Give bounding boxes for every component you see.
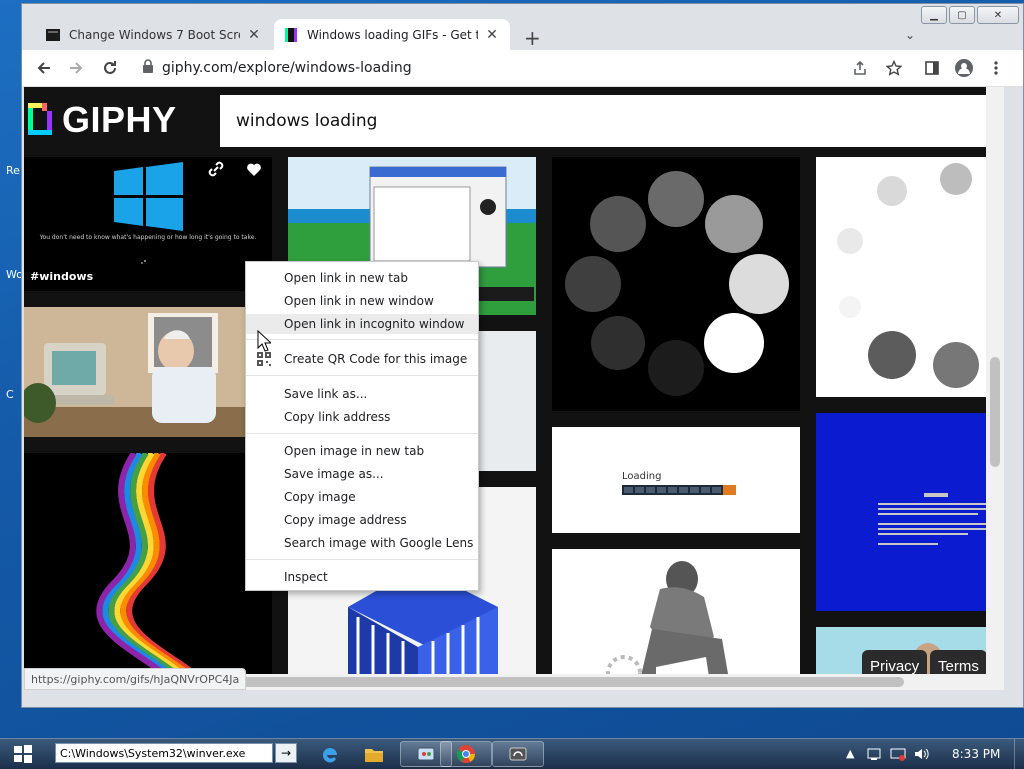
- clock[interactable]: 8:33 PM: [952, 747, 1000, 761]
- menu-item-copy-image-address[interactable]: Copy image address: [284, 510, 407, 530]
- side-panel-icon[interactable]: [920, 56, 944, 80]
- status-bar-url: https://giphy.com/gifs/hJaQNVrOPC4Ja: [24, 668, 247, 690]
- tab-title: Change Windows 7 Boot Screen: [69, 27, 240, 42]
- menu-item-open-link-new-window[interactable]: Open link in new window: [284, 291, 434, 311]
- desktop-icon-label[interactable]: Re: [6, 164, 20, 177]
- gif-tag[interactable]: #windows: [30, 270, 93, 283]
- menu-separator: [246, 375, 478, 376]
- menu-separator: [246, 433, 478, 434]
- menu-item-open-image-new-tab[interactable]: Open image in new tab: [284, 441, 424, 461]
- show-hidden-icons-icon[interactable]: ▲: [846, 747, 854, 760]
- address-bar[interactable]: giphy.com/explore/windows-loading: [130, 54, 910, 82]
- chrome-icon[interactable]: [440, 741, 492, 767]
- app-window-icon[interactable]: [492, 741, 544, 767]
- menu-separator: [246, 339, 478, 340]
- forward-arrow-icon[interactable]: [64, 56, 88, 80]
- kebab-menu-icon[interactable]: [984, 56, 1008, 80]
- giphy-header: GIPHY windows loading: [24, 87, 1004, 147]
- mouse-cursor-icon: [257, 329, 273, 356]
- desktop-icon-label[interactable]: C: [6, 388, 14, 401]
- context-menu: Open link in new tab Open link in new wi…: [245, 261, 479, 591]
- network-icon[interactable]: [890, 747, 906, 764]
- gif-rainbow-spiral[interactable]: [24, 453, 272, 690]
- menu-item-open-link-incognito[interactable]: Open link in incognito window: [246, 314, 478, 334]
- profile-avatar-icon[interactable]: [952, 56, 976, 80]
- taskbar: C:\Windows\System32\winver.exe → ▲ 8:33 …: [0, 738, 1024, 769]
- browser-toolbar: giphy.com/explore/windows-loading: [22, 50, 1023, 87]
- tab-title: Windows loading GIFs - Get the best GIF …: [307, 27, 478, 42]
- close-tab-icon[interactable]: ✕: [484, 27, 500, 43]
- gif-old-man-computer[interactable]: [24, 307, 272, 437]
- taskbar-address-value: C:\Windows\System32\winver.exe: [60, 746, 246, 760]
- giphy-logo-icon[interactable]: [28, 103, 52, 135]
- giphy-favicon-icon: [284, 27, 298, 42]
- bookmark-star-icon[interactable]: [882, 56, 906, 80]
- menu-separator: [246, 559, 478, 560]
- tab-windows-loading-gifs[interactable]: Windows loading GIFs - Get the best GIF …: [274, 19, 510, 50]
- link-icon[interactable]: [206, 159, 226, 183]
- gif-caption: You don't need to know what's happening …: [39, 234, 257, 241]
- action-center-flag-icon[interactable]: [866, 747, 882, 764]
- file-explorer-icon[interactable]: [348, 741, 400, 767]
- tab-change-windows-boot[interactable]: Change Windows 7 Boot Screen ✕: [36, 19, 272, 50]
- chevron-down-icon[interactable]: ⌄: [905, 28, 915, 42]
- volume-icon[interactable]: [914, 747, 930, 764]
- taskbar-address-input[interactable]: C:\Windows\System32\winver.exe: [55, 743, 273, 763]
- windows-start-icon[interactable]: [14, 745, 32, 767]
- giphy-logo-text[interactable]: GIPHY: [62, 99, 177, 141]
- menu-item-save-image-as[interactable]: Save image as...: [284, 464, 384, 484]
- gif-loading-circles-dark[interactable]: [552, 157, 800, 411]
- menu-item-open-link-new-tab[interactable]: Open link in new tab: [284, 268, 408, 288]
- new-tab-plus-icon[interactable]: +: [524, 26, 541, 50]
- lock-icon: [142, 59, 154, 77]
- scrollbar-thumb[interactable]: [990, 357, 1000, 467]
- gif-loading-bar[interactable]: Loading: [552, 427, 800, 533]
- desktop-edge: Re Wo C: [0, 0, 23, 738]
- search-value: windows loading: [236, 111, 378, 131]
- menu-item-search-google-lens[interactable]: Search image with Google Lens: [284, 533, 473, 553]
- reload-icon[interactable]: [98, 56, 122, 80]
- favicon-icon: [46, 28, 60, 42]
- menu-item-inspect[interactable]: Inspect: [284, 567, 328, 587]
- gif-thinker-statue[interactable]: [552, 549, 800, 690]
- address-text: giphy.com/explore/windows-loading: [162, 60, 412, 76]
- menu-item-copy-link-address[interactable]: Copy link address: [284, 407, 390, 427]
- menu-item-create-qr-code[interactable]: Create QR Code for this image: [284, 349, 467, 369]
- back-arrow-icon[interactable]: [32, 56, 56, 80]
- gif-windows-logo[interactable]: You don't need to know what's happening …: [24, 157, 272, 291]
- show-desktop-button[interactable]: [1014, 739, 1024, 769]
- gif-loading-circles-light[interactable]: [816, 157, 1004, 397]
- share-icon[interactable]: [848, 56, 872, 80]
- favorite-heart-icon[interactable]: [244, 159, 264, 183]
- search-input[interactable]: windows loading: [220, 95, 1004, 147]
- gif-blue-screen[interactable]: [816, 413, 1004, 611]
- vertical-scrollbar[interactable]: [986, 87, 1004, 690]
- tab-strip: Change Windows 7 Boot Screen ✕ Windows l…: [22, 16, 1023, 50]
- web-page: GIPHY windows loading You don't need to …: [24, 87, 1004, 690]
- go-arrow-icon[interactable]: →: [275, 743, 297, 763]
- close-tab-icon[interactable]: ✕: [246, 27, 262, 43]
- menu-item-save-link-as[interactable]: Save link as...: [284, 384, 367, 404]
- browser-window: ▁ ▢ ✕ Change Windows 7 Boot Screen ✕ Win…: [21, 3, 1024, 708]
- menu-item-copy-image[interactable]: Copy image: [284, 487, 356, 507]
